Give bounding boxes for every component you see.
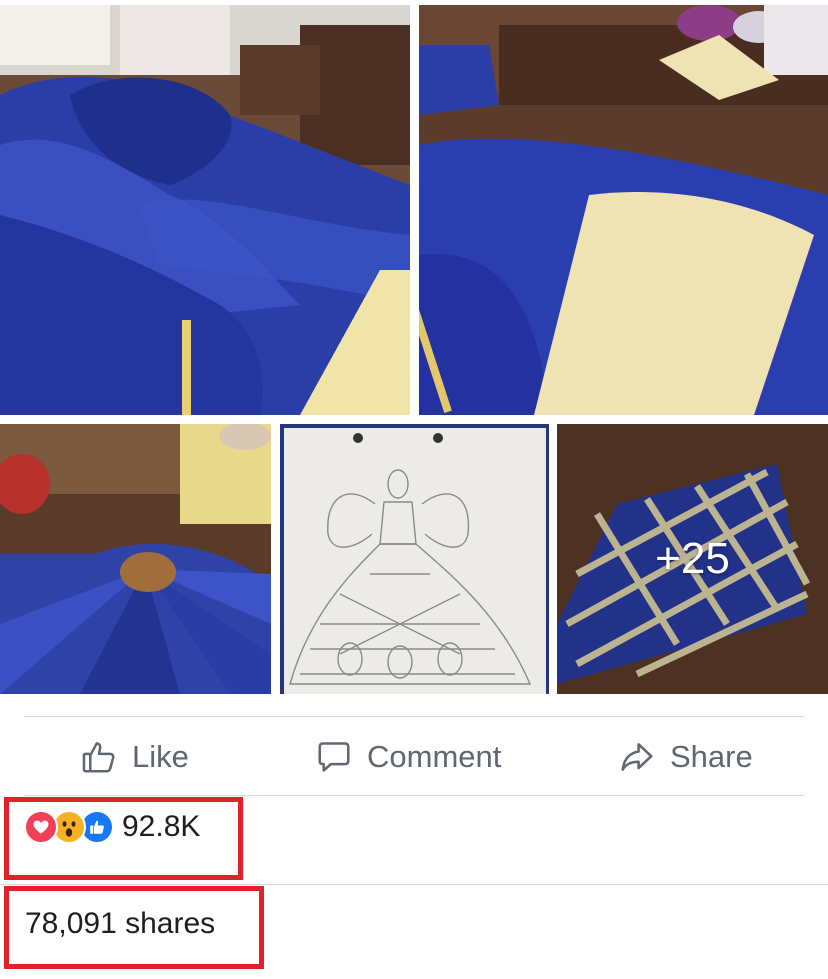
divider-middle [24,795,804,796]
share-arrow-icon [618,738,656,776]
heart-reaction-icon [24,810,58,844]
like-button[interactable]: Like [80,728,189,786]
divider-bottom [0,884,828,885]
comment-label: Comment [367,739,502,774]
photo-gown-sketch[interactable] [280,424,549,694]
like-label: Like [132,739,189,774]
photo-skirt-panels[interactable] [0,424,271,694]
more-photos-count[interactable]: +25 [557,424,828,694]
photo-pattern-on-fabric[interactable] [419,5,828,415]
comment-bubble-icon [315,738,353,776]
share-button[interactable]: Share [618,728,753,786]
divider-top [24,716,804,717]
photo-quilted-panel[interactable]: +25 [557,424,828,694]
highlight-box-shares [4,886,264,969]
thumbs-up-icon [80,738,118,776]
share-label: Share [670,739,753,774]
comment-button[interactable]: Comment [315,728,501,786]
photo-blue-satin-fabric[interactable] [0,5,410,415]
